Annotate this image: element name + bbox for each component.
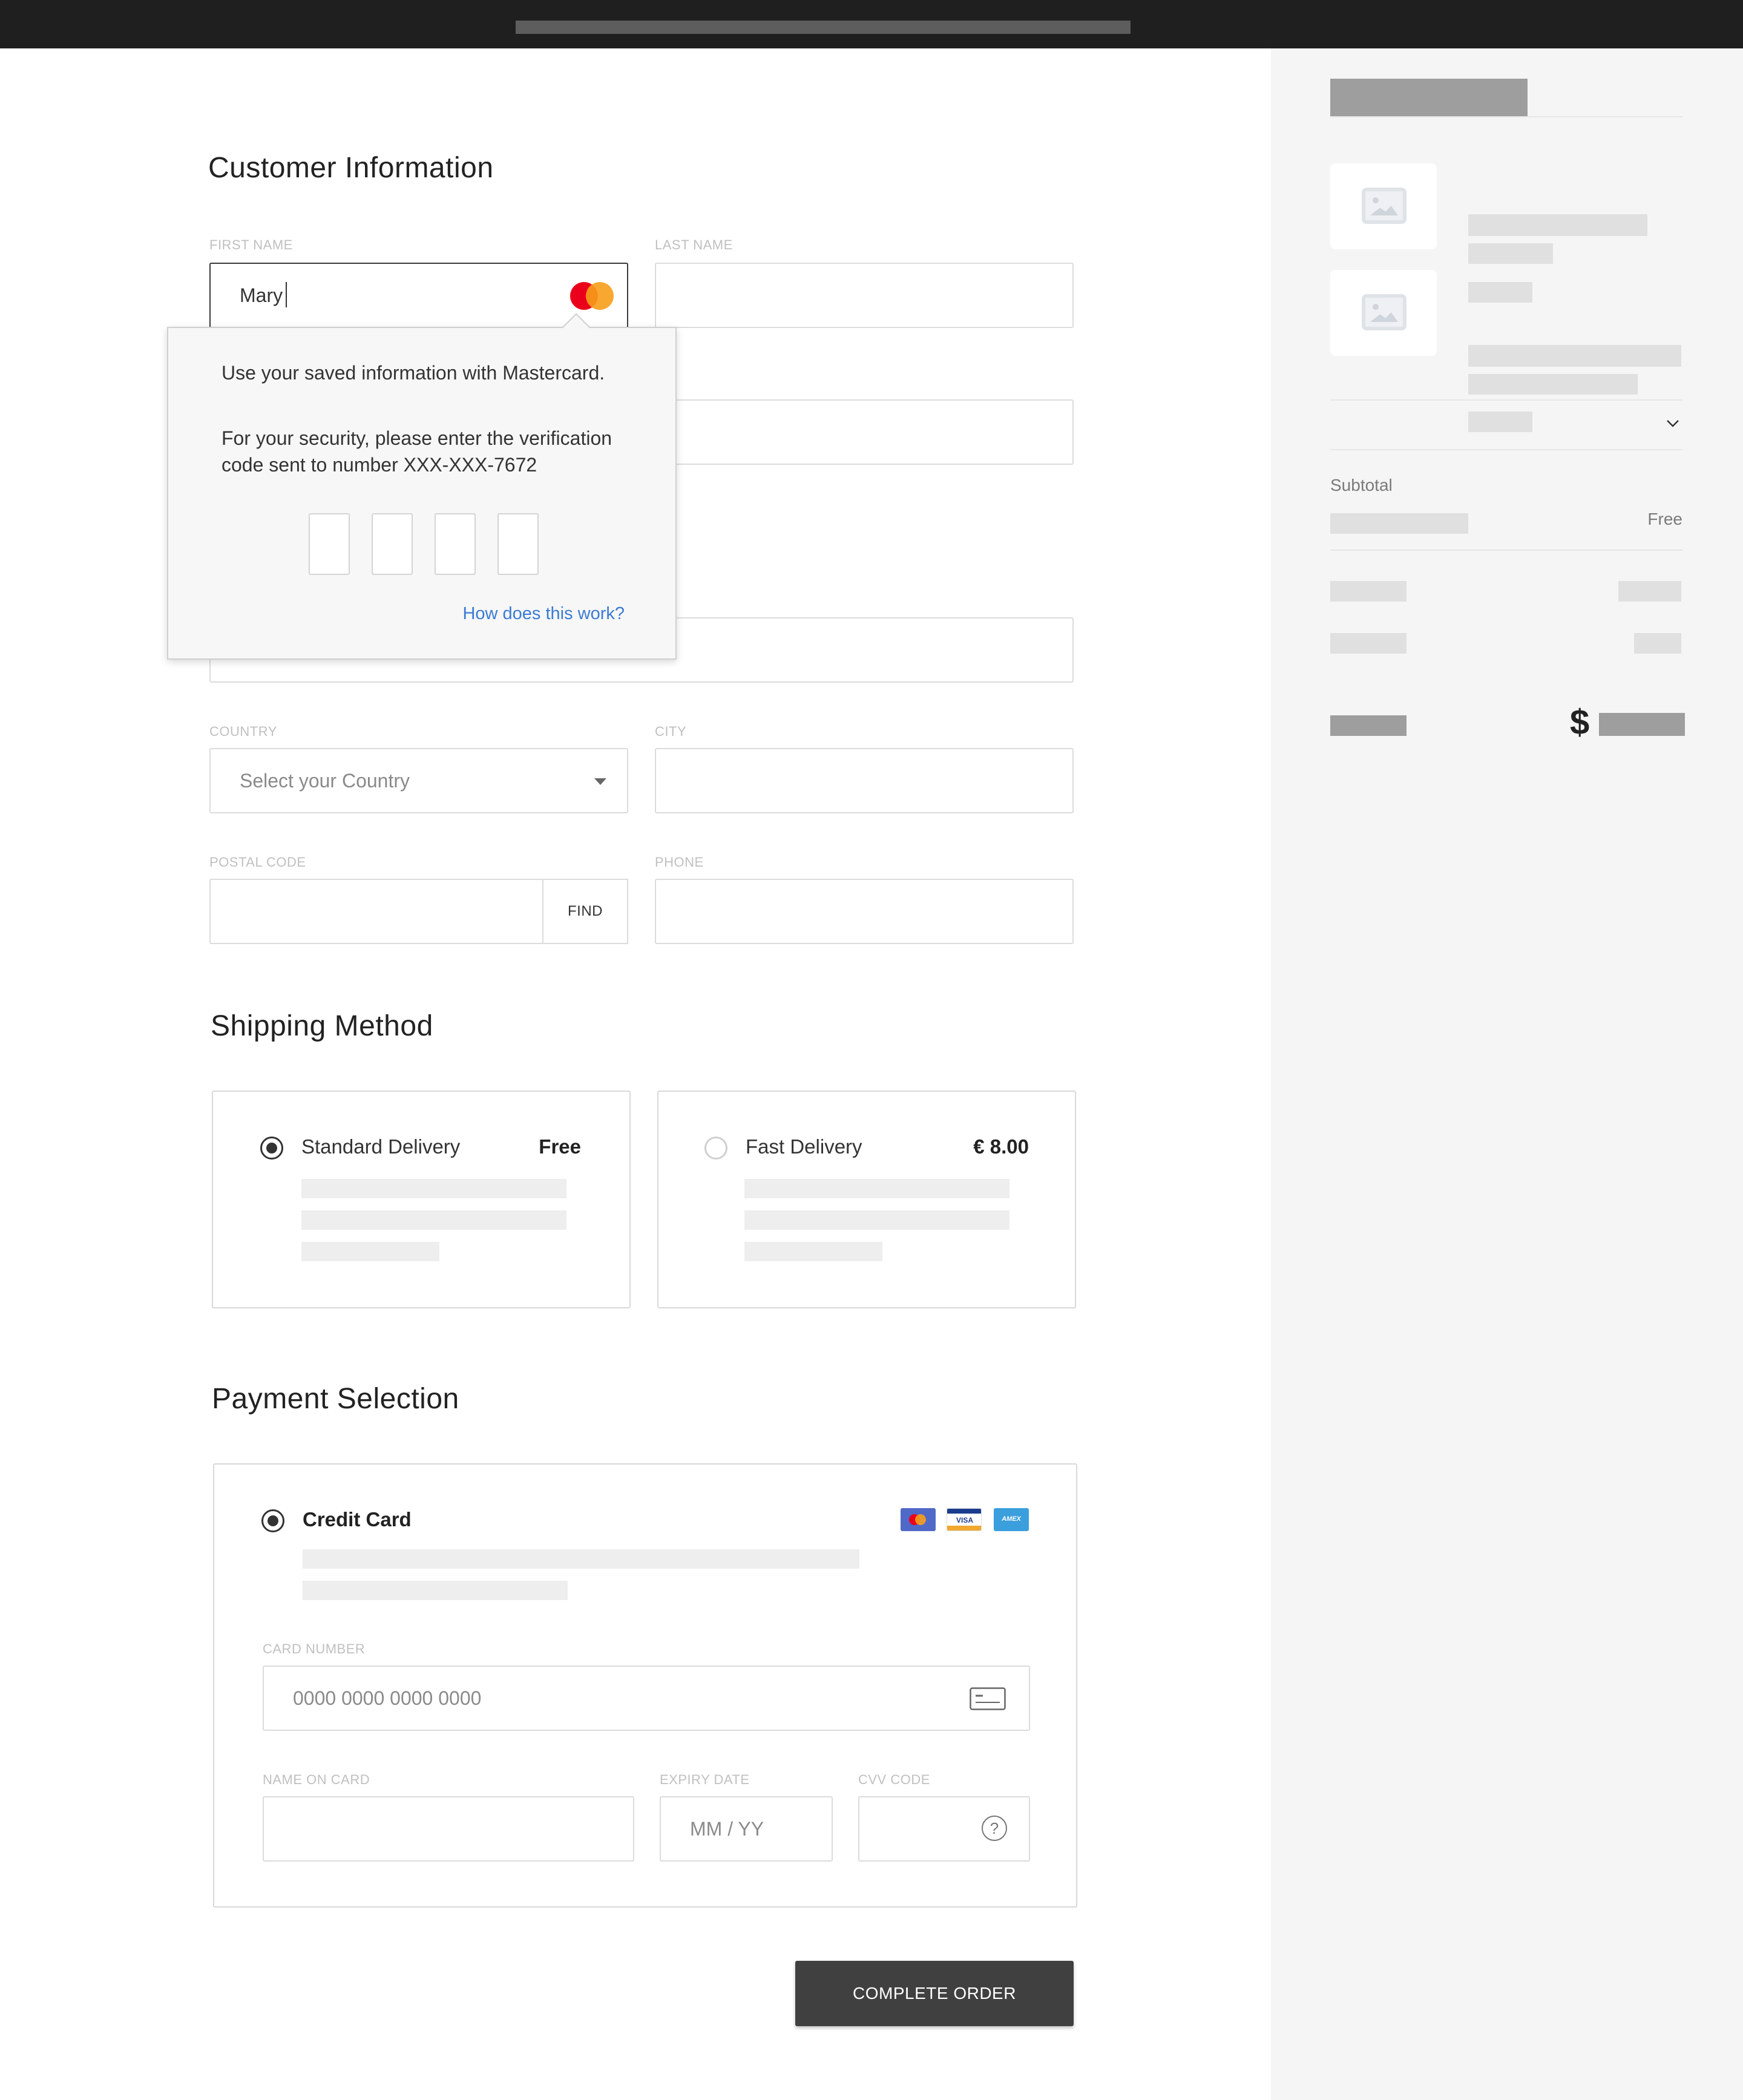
expiry-date-label: EXPIRY DATE (660, 1772, 750, 1787)
order-summary-sidebar: Subtotal Free $ (1271, 48, 1743, 2100)
shipping-option-price: € 8.00 (973, 1135, 1029, 1158)
first-name-label: FIRST NAME (209, 237, 293, 252)
city-label: CITY (655, 724, 687, 739)
total-value-placeholder (1599, 713, 1685, 736)
city-field[interactable] (655, 748, 1074, 813)
address-bar-placeholder (516, 21, 1131, 34)
payment-selection-heading: Payment Selection (212, 1383, 459, 1415)
description-placeholder (301, 1210, 566, 1230)
first-name-value: Mary (240, 284, 283, 306)
name-on-card-field[interactable] (263, 1796, 634, 1862)
shipping-option-price: Free (539, 1135, 581, 1158)
description-placeholder (303, 1581, 568, 1600)
phone-field[interactable] (655, 879, 1074, 944)
amex-logo: AMEX (994, 1508, 1029, 1531)
summary-divider (1330, 399, 1682, 401)
summary-line-label-placeholder (1330, 633, 1407, 654)
description-placeholder (303, 1549, 859, 1569)
summary-line-value-placeholder (1618, 581, 1681, 602)
country-select[interactable]: Select your Country (209, 748, 628, 813)
summary-line-label-placeholder (1330, 581, 1407, 602)
name-on-card-label: NAME ON CARD (263, 1772, 370, 1787)
shipping-option-title: Standard Delivery (301, 1135, 461, 1158)
browser-top-bar (0, 0, 1743, 48)
caret-down-icon (594, 778, 606, 785)
customer-information-heading: Customer Information (208, 152, 494, 184)
product-name-placeholder (1468, 345, 1681, 367)
find-button[interactable]: FIND (542, 879, 628, 944)
summary-title-placeholder (1330, 79, 1528, 117)
shipping-option-standard[interactable]: Standard Delivery Free (212, 1091, 631, 1308)
image-icon (1362, 188, 1407, 224)
card-number-placeholder: 0000 0000 0000 0000 (293, 1687, 482, 1709)
country-label: COUNTRY (209, 724, 277, 739)
visa-logo: VISA (947, 1508, 982, 1531)
currency-symbol: $ (1570, 703, 1590, 742)
otp-digit-field[interactable] (372, 513, 413, 575)
product-detail-placeholder (1468, 374, 1638, 395)
text-cursor (286, 282, 287, 307)
card-number-field[interactable]: 0000 0000 0000 0000 (263, 1665, 1030, 1731)
image-icon (1362, 294, 1407, 330)
mastercard-logo (901, 1508, 936, 1531)
description-placeholder (744, 1210, 1009, 1230)
product-thumbnail (1330, 270, 1437, 356)
summary-divider (1330, 116, 1682, 117)
expiry-date-placeholder: MM / YY (690, 1818, 764, 1840)
description-placeholder (744, 1242, 882, 1261)
complete-order-button[interactable]: COMPLETE ORDER (795, 1961, 1074, 2026)
total-label-placeholder (1330, 715, 1407, 736)
summary-divider (1330, 550, 1682, 551)
payment-card-panel: Credit Card VISA AMEX CARD NUMBER 0000 0… (213, 1463, 1077, 1908)
subtotal-label: Subtotal (1330, 476, 1393, 494)
radio-selected[interactable] (260, 1137, 283, 1160)
description-placeholder (301, 1242, 439, 1261)
shipping-label-placeholder (1330, 513, 1468, 534)
chevron-down-icon[interactable] (1666, 419, 1680, 428)
credit-card-icon (970, 1687, 1006, 1710)
cvv-code-field[interactable]: ? (858, 1796, 1030, 1862)
mastercard-verification-popup: Use your saved information with Masterca… (167, 313, 677, 660)
card-number-label: CARD NUMBER (263, 1641, 366, 1656)
popup-intro-text: Use your saved information with Masterca… (222, 362, 605, 384)
how-does-this-work-link[interactable]: How does this work? (462, 604, 625, 624)
payment-method-title: Credit Card (303, 1508, 412, 1531)
shipping-option-title: Fast Delivery (746, 1135, 862, 1158)
summary-divider (1330, 449, 1682, 450)
shipping-option-fast[interactable]: Fast Delivery € 8.00 (657, 1091, 1076, 1308)
product-name-placeholder (1468, 214, 1647, 236)
product-price-placeholder (1468, 412, 1532, 432)
radio-unselected[interactable] (704, 1137, 727, 1160)
otp-digit-field[interactable] (435, 513, 476, 575)
postal-code-field[interactable] (209, 879, 543, 944)
summary-line-value-placeholder (1634, 633, 1681, 654)
cvv-code-label: CVV CODE (858, 1772, 930, 1787)
shipping-method-heading: Shipping Method (211, 1010, 433, 1042)
product-thumbnail (1330, 163, 1437, 249)
mastercard-icon[interactable] (570, 282, 614, 310)
radio-selected[interactable] (261, 1509, 284, 1532)
first-name-field[interactable]: Mary (209, 263, 628, 328)
last-name-field[interactable] (655, 263, 1074, 328)
description-placeholder (744, 1179, 1009, 1198)
description-placeholder (301, 1179, 566, 1198)
postal-code-label: POSTAL CODE (209, 855, 306, 870)
shipping-value: Free (1647, 510, 1682, 528)
popup-security-text: For your security, please enter the veri… (222, 427, 612, 476)
country-select-value: Select your Country (240, 770, 410, 792)
phone-label: PHONE (655, 855, 704, 870)
last-name-label: LAST NAME (655, 237, 733, 252)
product-price-placeholder (1468, 282, 1532, 303)
expiry-date-field[interactable]: MM / YY (660, 1796, 833, 1862)
question-icon[interactable]: ? (982, 1816, 1007, 1841)
otp-digit-field[interactable] (497, 513, 539, 575)
product-detail-placeholder (1468, 243, 1553, 264)
otp-digit-field[interactable] (309, 513, 350, 575)
